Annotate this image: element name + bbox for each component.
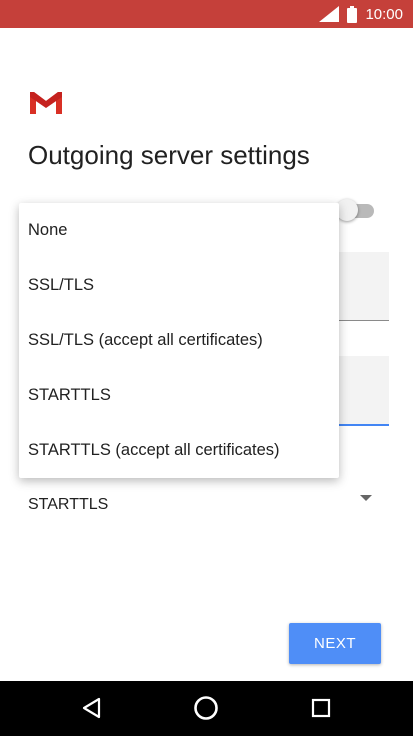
status-icons: 10:00 — [319, 0, 403, 28]
security-type-select[interactable]: STARTTLS — [28, 488, 378, 520]
option-ssl-tls-accept-all[interactable]: SSL/TLS (accept all certificates) — [19, 313, 339, 368]
security-type-value: STARTTLS — [28, 496, 109, 513]
page-title: Outgoing server settings — [28, 140, 310, 170]
toggle-thumb — [336, 199, 358, 221]
back-icon[interactable] — [77, 693, 107, 723]
security-type-dropdown: None SSL/TLS SSL/TLS (accept all certifi… — [19, 203, 339, 478]
status-time: 10:00 — [365, 5, 403, 23]
toggle-switch[interactable] — [336, 199, 376, 223]
recents-icon[interactable] — [306, 693, 336, 723]
gmail-logo — [28, 90, 64, 114]
battery-icon — [347, 5, 358, 23]
status-bar: 10:00 — [0, 0, 413, 28]
option-ssl-tls[interactable]: SSL/TLS — [19, 258, 339, 313]
next-button[interactable]: NEXT — [289, 623, 381, 664]
navigation-bar — [0, 681, 413, 736]
option-starttls-accept-all[interactable]: STARTTLS (accept all certificates) — [19, 423, 339, 478]
signal-icon — [319, 6, 340, 22]
dropdown-arrow-icon — [360, 495, 372, 501]
option-starttls[interactable]: STARTTLS — [19, 368, 339, 423]
home-icon[interactable] — [191, 693, 221, 723]
option-none[interactable]: None — [19, 203, 339, 258]
